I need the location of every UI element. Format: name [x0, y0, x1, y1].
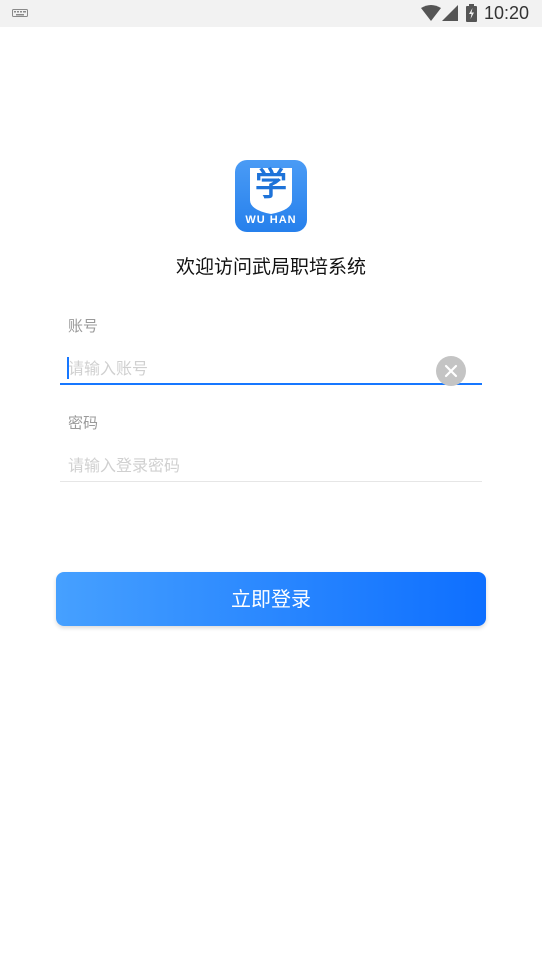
welcome-title: 欢迎访问武局职培系统 — [175, 256, 366, 278]
keyboard-icon — [12, 9, 28, 17]
password-input[interactable] — [60, 448, 482, 482]
password-label: 密码 — [68, 414, 99, 432]
account-underline — [60, 383, 482, 385]
clear-icon — [444, 364, 458, 378]
battery-icon — [466, 4, 477, 22]
text-cursor — [67, 357, 69, 379]
logo-character: 学 — [254, 165, 287, 203]
logo-text: WU HAN — [245, 214, 297, 226]
wifi-icon — [421, 5, 441, 21]
clear-account-button[interactable] — [436, 356, 466, 386]
account-label: 账号 — [68, 317, 99, 335]
password-underline — [60, 481, 482, 482]
status-bar: 10:20 — [0, 0, 542, 27]
login-button[interactable]: 立即登录 — [56, 572, 486, 626]
account-input[interactable] — [60, 351, 482, 385]
app-logo: 学 WU HAN — [235, 160, 307, 232]
signal-icon — [442, 5, 458, 21]
status-time: 10:20 — [484, 3, 530, 23]
